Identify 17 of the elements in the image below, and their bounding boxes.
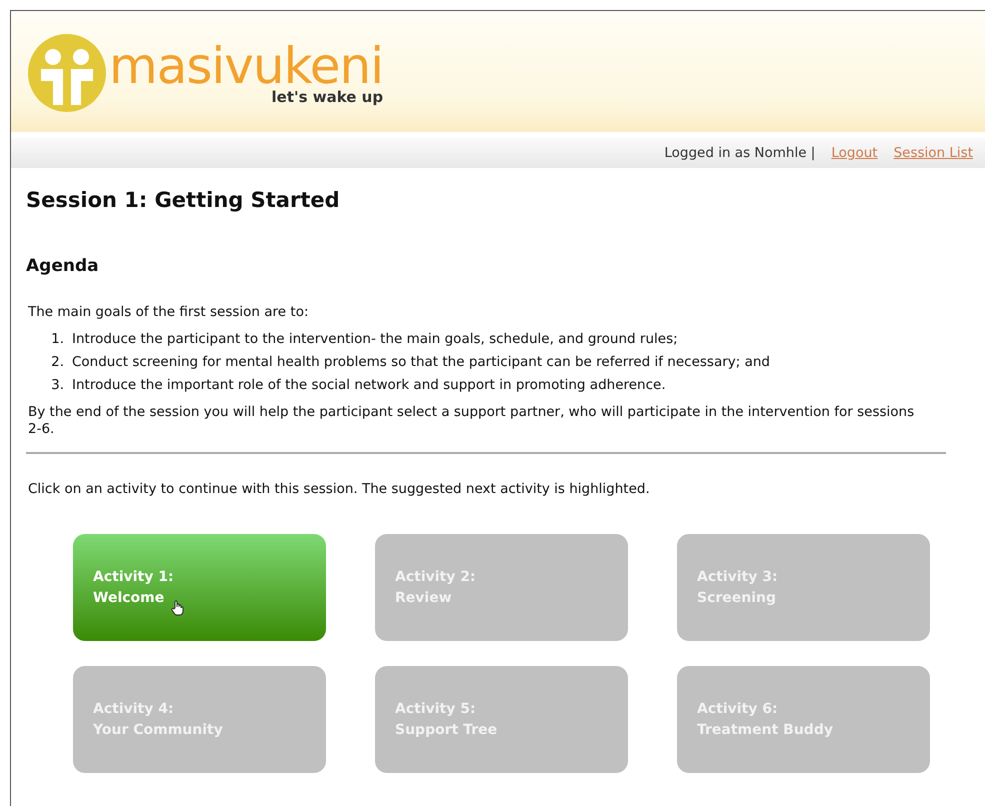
activity-card[interactable]: Activity 1: Welcome xyxy=(73,534,326,641)
list-number: 3. xyxy=(50,377,64,393)
outro-text: By the end of the session you will help the participant select a support partner, who will participate in the intervention for sessions 2-6. xyxy=(28,404,916,438)
intro-text: The main goals of the first session are to: xyxy=(28,304,310,321)
goal-text: Conduct screening for mental health problems so that the participant can be referred if necessary; and xyxy=(72,354,770,370)
nav-link[interactable]: Session List xyxy=(894,145,973,161)
agenda-heading: Agenda xyxy=(26,256,100,276)
session-title: Session 1: Getting Started xyxy=(26,188,341,212)
list-number: 2. xyxy=(50,354,64,370)
hand-cursor-icon xyxy=(171,600,185,616)
login-status: Logged in as Nomhle | xyxy=(664,145,816,161)
logo-icon xyxy=(27,32,107,112)
list-number: 1. xyxy=(50,331,64,347)
goal-text: Introduce the important role of the social network and support in promoting adherence. xyxy=(72,377,666,393)
instruction-text: Click on an activity to continue with this session. The suggested next activity is highlighted. xyxy=(28,481,651,498)
nav-link[interactable]: Logout xyxy=(831,145,878,161)
goal-text: Introduce the participant to the intervention- the main goals, schedule, and ground rules; xyxy=(72,331,678,347)
